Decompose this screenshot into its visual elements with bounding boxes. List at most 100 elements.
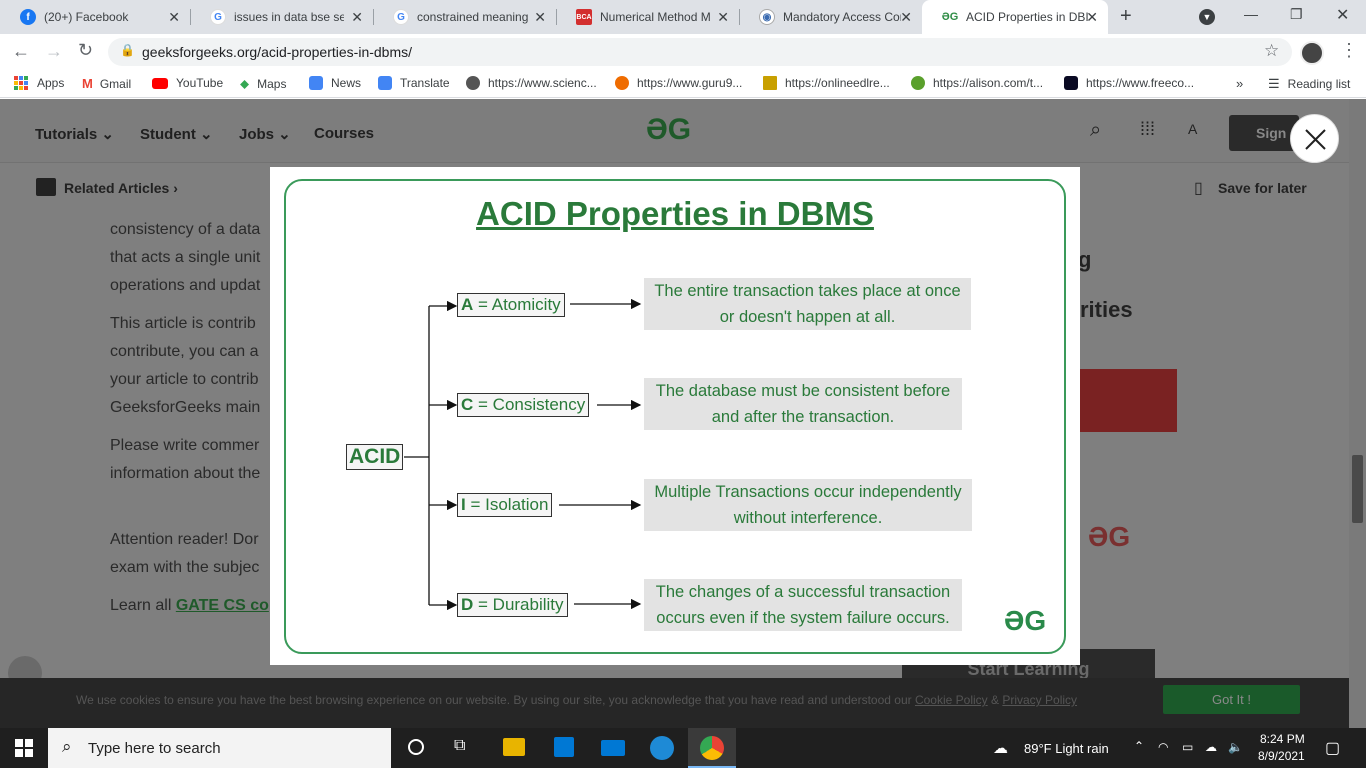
chevron-up-icon[interactable]: ⌃ xyxy=(1134,739,1144,753)
windows-start-icon[interactable] xyxy=(15,739,33,757)
taskbar-search-box[interactable]: ⌕ Type here to search xyxy=(48,728,391,768)
gfg-logo[interactable]: ƏG xyxy=(646,113,691,147)
clock-time[interactable]: 8:24 PM xyxy=(1260,732,1305,746)
bookmark-maps[interactable]: ⬥ Maps xyxy=(240,76,286,92)
bookmark-star-icon[interactable]: ☆ xyxy=(1264,41,1279,61)
tab-facebook[interactable]: f (20+) Facebook ✕ xyxy=(0,0,190,34)
notification-icon[interactable]: ▢ xyxy=(1325,738,1340,758)
gate-cs-link[interactable]: GATE CS co xyxy=(176,597,269,614)
bookmark-label: Translate xyxy=(400,76,450,90)
new-tab-button[interactable]: + xyxy=(1120,5,1132,28)
chrome-taskbar-button[interactable] xyxy=(688,728,736,768)
bookmark-news[interactable]: News xyxy=(309,76,361,90)
bookmark-onlineed[interactable]: https://onlineedlre... xyxy=(763,76,890,90)
google-icon: G xyxy=(393,9,409,25)
clock-date[interactable]: 8/9/2021 xyxy=(1258,749,1305,763)
close-tab-icon[interactable]: ✕ xyxy=(1086,9,1098,26)
consistency-description: The database must be consistent before a… xyxy=(644,378,962,430)
cortana-icon[interactable] xyxy=(408,739,424,755)
profile-avatar[interactable] xyxy=(1300,41,1324,65)
address-bar[interactable]: 🔒 geeksforgeeks.org/acid-properties-in-d… xyxy=(108,38,1292,66)
file-explorer-icon[interactable] xyxy=(503,738,525,756)
sign-in-button[interactable]: Sign xyxy=(1229,115,1299,151)
nav-courses[interactable]: Courses xyxy=(314,125,374,142)
menu-kebab-icon[interactable]: ⋮ xyxy=(1340,40,1358,61)
reload-icon[interactable]: ↻ xyxy=(78,40,93,61)
site-header: Tutorials ⌄ Student ⌄ Jobs ⌄ Courses ƏG … xyxy=(0,99,1366,163)
chrome-icon xyxy=(700,736,724,760)
tab-title: (20+) Facebook xyxy=(44,10,129,24)
tab-search-icon[interactable]: ▼ xyxy=(1199,9,1215,25)
property-name: = Consistency xyxy=(478,395,586,414)
close-tab-icon[interactable]: ✕ xyxy=(534,9,546,26)
task-view-icon[interactable]: ⧉ xyxy=(454,737,465,755)
scrollbar-thumb[interactable] xyxy=(1352,455,1363,523)
close-tab-icon[interactable]: ✕ xyxy=(168,9,180,26)
store-icon[interactable] xyxy=(554,737,574,757)
edge-icon[interactable] xyxy=(650,736,674,760)
back-icon[interactable]: ← xyxy=(12,41,30,62)
translate-icon xyxy=(378,76,392,90)
search-icon[interactable]: ⌕ xyxy=(1090,119,1101,142)
bookmark-guru99[interactable]: https://www.guru9... xyxy=(615,76,742,90)
url-text[interactable]: geeksforgeeks.org/acid-properties-in-dbm… xyxy=(142,44,412,60)
forward-icon[interactable]: → xyxy=(45,41,63,62)
close-tab-icon[interactable]: ✕ xyxy=(717,9,729,26)
apps-grid-icon[interactable]: ⁞⁞⁞ xyxy=(1140,119,1155,140)
tab-google-2[interactable]: G constrained meaning ✕ xyxy=(373,0,556,34)
close-lightbox-button[interactable] xyxy=(1290,114,1339,163)
mail-icon[interactable] xyxy=(601,740,625,756)
cookie-accept-button[interactable]: Got It ! xyxy=(1163,685,1300,714)
bookmark-apps[interactable]: Apps xyxy=(14,76,64,90)
more-bookmarks-button[interactable]: » xyxy=(1236,76,1243,91)
bookmark-freecodecamp[interactable]: https://www.freeco... xyxy=(1064,76,1194,90)
tab-mandatory-access[interactable]: ◉ Mandatory Access Cor ✕ xyxy=(739,0,922,34)
privacy-policy-link[interactable]: Privacy Policy xyxy=(1002,693,1077,707)
onedrive-icon[interactable]: ☁ xyxy=(1205,740,1217,754)
weather-text[interactable]: 89°F Light rain xyxy=(1024,741,1109,756)
guru99-icon xyxy=(615,76,629,90)
tab-title: Numerical Method MC xyxy=(600,10,710,24)
bookmark-translate[interactable]: Translate xyxy=(378,76,450,90)
article-line: consistency of a data xyxy=(110,221,261,238)
cookie-policy-link[interactable]: Cookie Policy xyxy=(915,693,988,707)
related-articles-button[interactable]: Related Articles › xyxy=(64,180,178,196)
browser-toolbar: ← → ↻ 🔒 geeksforgeeks.org/acid-propertie… xyxy=(0,34,1366,70)
property-name: = Durability xyxy=(478,595,564,614)
save-for-later-button[interactable]: Save for later xyxy=(1218,180,1307,196)
restore-icon[interactable]: ❐ xyxy=(1290,6,1303,23)
translate-icon[interactable]: A xyxy=(1188,121,1197,137)
close-tab-icon[interactable]: ✕ xyxy=(351,9,363,26)
bookmark-icon: ▯ xyxy=(1194,180,1203,197)
nav-student[interactable]: Student ⌄ xyxy=(140,125,213,143)
nav-jobs[interactable]: Jobs ⌄ xyxy=(239,125,291,143)
tab-google-1[interactable]: G issues in data bse secu ✕ xyxy=(190,0,373,34)
tab-numerical-method[interactable]: BCA Numerical Method MC ✕ xyxy=(556,0,739,34)
description-line: The database must be consistent before xyxy=(655,382,951,400)
letter-d: D xyxy=(461,595,474,614)
close-tab-icon[interactable]: ✕ xyxy=(900,9,912,26)
bookmark-youtube[interactable]: YouTube xyxy=(152,76,223,90)
close-window-icon[interactable]: ✕ xyxy=(1336,5,1349,25)
battery-icon[interactable]: ▭ xyxy=(1182,740,1193,754)
article-line: contribute, you can a xyxy=(110,343,259,360)
bookmark-gmail[interactable]: M Gmail xyxy=(82,76,131,91)
reading-list-label: Reading list xyxy=(1287,77,1351,91)
article-line: GeeksforGeeks main xyxy=(110,399,261,416)
bookmark-science[interactable]: https://www.scienc... xyxy=(466,76,597,90)
atomicity-box: A = Atomicity xyxy=(457,293,565,317)
article-line: Attention reader! Dor xyxy=(110,531,259,548)
bookmark-alison[interactable]: https://alison.com/t... xyxy=(911,76,1043,90)
page-scrollbar[interactable] xyxy=(1349,99,1366,728)
tab-acid-properties[interactable]: ƏG ACID Properties in DBI ✕ xyxy=(922,0,1108,34)
wifi-icon[interactable]: ◠ xyxy=(1158,740,1168,754)
bookmark-label: https://alison.com/t... xyxy=(933,76,1044,90)
nav-tutorials[interactable]: Tutorials ⌄ xyxy=(35,125,114,143)
sidebar-text: g xyxy=(1078,247,1092,272)
related-articles-icon xyxy=(36,178,56,196)
reading-list-button[interactable]: ☰ Reading list xyxy=(1268,76,1350,92)
volume-icon[interactable]: 🔈 xyxy=(1228,740,1243,754)
minimize-icon[interactable]: — xyxy=(1244,6,1258,22)
isolation-box: I = Isolation xyxy=(457,493,553,517)
article-line: Please write commer xyxy=(110,437,260,454)
